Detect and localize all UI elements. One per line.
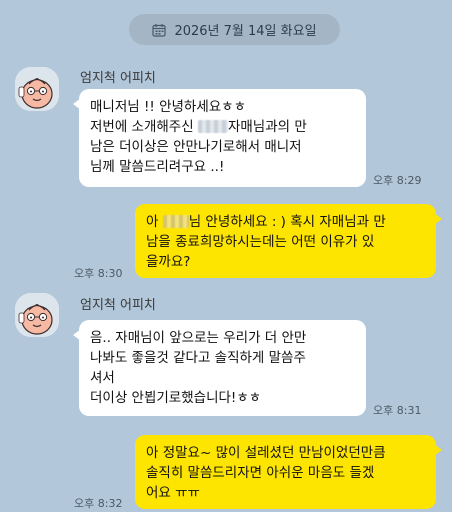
message-line: 아 정말요~ 많이 설레셨던 만남이었던만큼 <box>146 445 386 461</box>
message-time: 오후 8:30 <box>74 267 123 280</box>
message-time: 오후 8:29 <box>373 174 422 187</box>
message-line: 저번에 소개해주신 <box>90 119 194 135</box>
message-line: 음.. 자매님이 앞으로는 우리가 더 안만 <box>90 330 307 346</box>
sender-name: 엄지척 어피치 <box>80 298 156 313</box>
message-line: 님 안녕하세요 : ) 혹시 자매님과 만 <box>188 214 386 230</box>
message-line: 어요 ㅠㅠ <box>146 485 200 501</box>
calendar-icon <box>152 23 167 37</box>
message-line: 자매님과의 만 <box>227 119 307 135</box>
message-line: 더이상 안뵙기로했습니다!ㅎㅎ <box>90 390 262 406</box>
message-line: 아 <box>146 214 159 230</box>
message-bubble-incoming[interactable]: 음.. 자매님이 앞으로는 우리가 더 안만 나봐도 좋을것 같다고 솔직하게 … <box>73 320 366 416</box>
sender-name: 엄지척 어피치 <box>80 71 156 86</box>
message-bubble-outgoing[interactable]: 아 정말요~ 많이 설레셨던 만남이었던만큼 솔직히 말씀드리자면 아쉬운 마음… <box>135 435 442 509</box>
message-line: 남을 종료희망하시는데는 어떤 이유가 있 <box>146 234 375 250</box>
apeach-avatar-icon <box>15 67 59 111</box>
date-header: 2026년 7월 14일 화요일 <box>129 14 340 45</box>
message-line: 남은 더이상은 안만나기로해서 매니저 <box>90 139 302 155</box>
message-line: 나봐도 좋을것 같다고 솔직하게 말씀주 <box>90 350 306 366</box>
message-time: 오후 8:31 <box>373 404 422 417</box>
message-line: 셔서 <box>90 370 115 386</box>
message-bubble-incoming[interactable]: 매니저님 !! 안녕하세요ㅎㅎ 저번에 소개해주신 자매님과의 만 남은 더이상… <box>73 89 366 187</box>
message-time: 오후 8:32 <box>74 497 123 510</box>
message-line: 매니저님 !! 안녕하세요ㅎㅎ <box>90 99 247 115</box>
redacted-name <box>197 120 228 133</box>
apeach-avatar-icon <box>15 293 59 337</box>
message-bubble-outgoing[interactable]: 아 님 안녕하세요 : ) 혹시 자매님과 만 남을 종료희망하시는데는 어떤 … <box>135 204 442 278</box>
message-line: 을까요? <box>146 254 191 270</box>
date-text: 2026년 7월 14일 화요일 <box>174 24 317 39</box>
message-line: 님께 말씀드리려구요 ..! <box>90 159 225 175</box>
avatar[interactable] <box>15 67 59 111</box>
avatar[interactable] <box>15 293 59 337</box>
redacted-name <box>162 215 189 228</box>
message-line: 솔직히 말씀드리자면 아쉬운 마음도 들겠 <box>146 465 375 481</box>
